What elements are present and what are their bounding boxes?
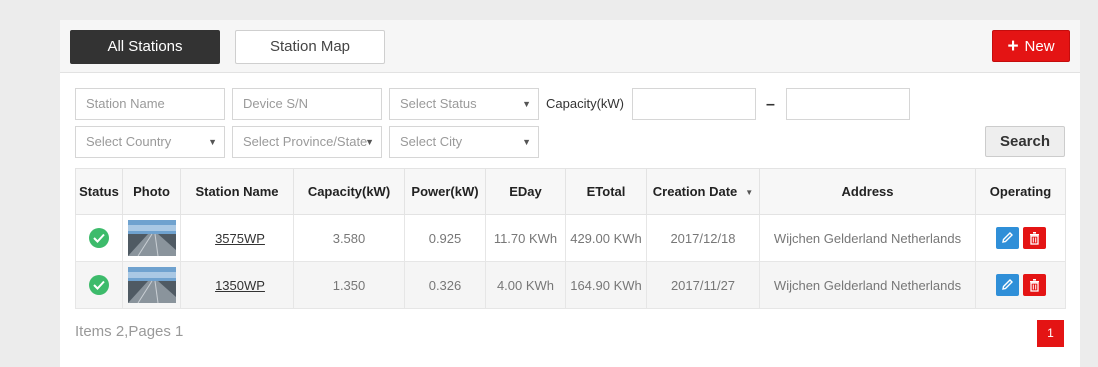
pencil-icon: [1001, 279, 1013, 290]
stations-panel: All Stations Station Map + New Station Na…: [60, 20, 1080, 367]
station-photo[interactable]: [127, 267, 176, 303]
capacity-label: Capacity(kW): [546, 96, 625, 111]
tab-station-map[interactable]: Station Map: [235, 30, 385, 64]
edit-button[interactable]: [995, 274, 1019, 296]
col-header-status[interactable]: Status: [75, 168, 123, 215]
new-button-label: New: [1024, 38, 1055, 55]
table-header-row: Status Photo Station Name Capacity(kW) P…: [75, 168, 1066, 215]
capacity-cell: 1.350: [293, 261, 405, 309]
table-row: 3575WP 3.580 0.925 11.70 KWh 429.00 KWh …: [75, 214, 1066, 262]
station-name-link[interactable]: 3575WP: [215, 231, 265, 246]
trash-icon: [1029, 232, 1039, 245]
station-name-link[interactable]: 1350WP: [215, 278, 265, 293]
page-button-current[interactable]: 1: [1037, 320, 1064, 347]
country-select[interactable]: Select Country ▼: [75, 126, 225, 158]
status-select[interactable]: Select Status ▼: [389, 88, 539, 120]
etotal-cell: 164.90 KWh: [565, 261, 647, 309]
capacity-min-input[interactable]: [632, 88, 756, 120]
eday-cell: 4.00 KWh: [485, 261, 566, 309]
plus-icon: +: [1007, 36, 1019, 57]
device-sn-placeholder: Device S/N: [243, 96, 309, 111]
capacity-cell: 3.580: [293, 214, 405, 262]
station-name-placeholder: Station Name: [86, 96, 165, 111]
col-header-operating[interactable]: Operating: [975, 168, 1066, 215]
address-cell: Wijchen Gelderland Netherlands: [759, 214, 976, 262]
city-select[interactable]: Select City ▼: [389, 126, 539, 158]
col-header-capacity[interactable]: Capacity(kW): [293, 168, 405, 215]
pencil-icon: [1001, 232, 1013, 243]
stations-table: Status Photo Station Name Capacity(kW) P…: [75, 168, 1066, 309]
new-station-button[interactable]: + New: [992, 30, 1070, 62]
delete-button[interactable]: [1022, 227, 1046, 249]
city-placeholder: Select City: [400, 134, 463, 149]
search-button[interactable]: Search: [985, 126, 1065, 157]
sort-desc-icon[interactable]: ▼: [745, 188, 753, 197]
status-placeholder: Select Status: [400, 96, 477, 111]
country-placeholder: Select Country: [86, 134, 172, 149]
station-photo[interactable]: [127, 220, 176, 256]
col-header-power[interactable]: Power(kW): [404, 168, 486, 215]
creation-date-label: Creation Date: [652, 184, 738, 199]
status-ok-icon: [89, 228, 109, 248]
chevron-down-icon: ▼: [365, 137, 374, 147]
trash-icon: [1029, 279, 1039, 292]
station-name-input[interactable]: Station Name: [75, 88, 225, 120]
col-header-creation-date[interactable]: Creation Date ▼: [646, 168, 760, 215]
col-header-station-name[interactable]: Station Name: [180, 168, 294, 215]
province-select[interactable]: Select Province/State ▼: [232, 126, 382, 158]
etotal-cell: 429.00 KWh: [565, 214, 647, 262]
tab-all-stations[interactable]: All Stations: [70, 30, 220, 64]
address-cell: Wijchen Gelderland Netherlands: [759, 261, 976, 309]
chevron-down-icon: ▼: [522, 137, 531, 147]
device-sn-input[interactable]: Device S/N: [232, 88, 382, 120]
chevron-down-icon: ▼: [522, 99, 531, 109]
chevron-down-icon: ▼: [208, 137, 217, 147]
col-header-photo[interactable]: Photo: [122, 168, 181, 215]
creation-date-cell: 2017/12/18: [646, 214, 760, 262]
col-header-eday[interactable]: EDay: [485, 168, 566, 215]
capacity-range-separator: –: [766, 96, 775, 113]
top-toolbar: All Stations Station Map + New: [60, 20, 1080, 73]
power-cell: 0.326: [404, 261, 486, 309]
col-header-address[interactable]: Address: [759, 168, 976, 215]
col-header-etotal[interactable]: ETotal: [565, 168, 647, 215]
eday-cell: 11.70 KWh: [485, 214, 566, 262]
table-row: 1350WP 1.350 0.326 4.00 KWh 164.90 KWh 2…: [75, 261, 1066, 309]
status-ok-icon: [89, 275, 109, 295]
pagination-summary: Items 2,Pages 1: [75, 323, 184, 340]
capacity-max-input[interactable]: [786, 88, 910, 120]
power-cell: 0.925: [404, 214, 486, 262]
creation-date-cell: 2017/11/27: [646, 261, 760, 309]
province-placeholder: Select Province/State: [243, 134, 368, 149]
edit-button[interactable]: [995, 227, 1019, 249]
delete-button[interactable]: [1022, 274, 1046, 296]
